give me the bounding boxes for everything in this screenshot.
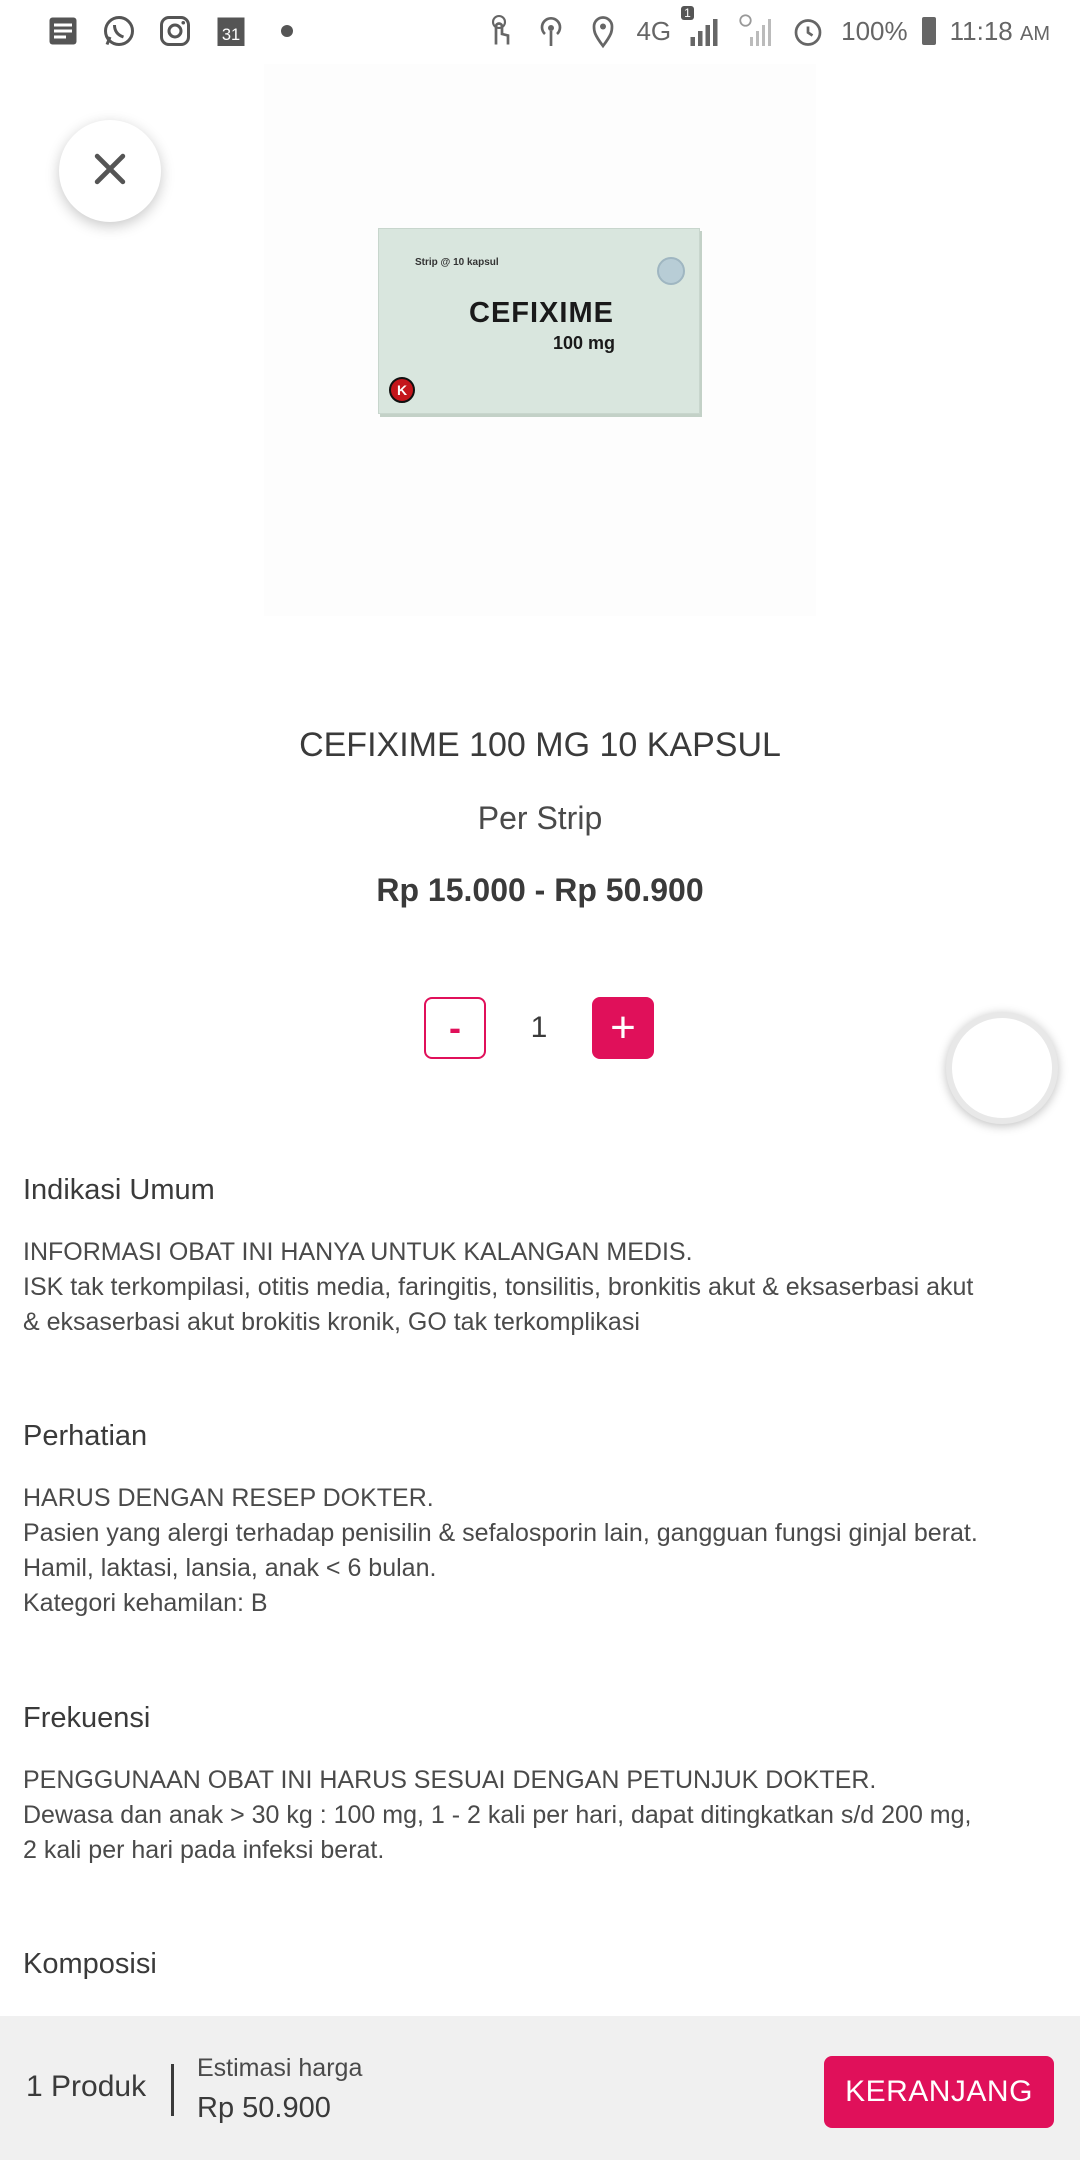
cart-button[interactable]: KERANJANG <box>824 2056 1054 2128</box>
section-line: & eksaserbasi akut brokitis kronik, GO t… <box>23 1308 640 1336</box>
section-body: HARUS DENGAN RESEP DOKTER. Pasien yang a… <box>23 1481 1053 1621</box>
section-line: Hamil, laktasi, lansia, anak < 6 bulan. <box>23 1554 437 1582</box>
product-count: 1 Produk <box>26 2070 147 2103</box>
section-line: Dewasa dan anak > 30 kg : 100 mg, 1 - 2 … <box>23 1801 972 1829</box>
signal-icon: 1 <box>681 6 723 50</box>
calendar-icon: 31 <box>212 12 250 50</box>
clock-time: 11:18 <box>949 15 1013 46</box>
estimate-label: Estimasi harga <box>197 2054 363 2082</box>
quantity-value: 1 <box>530 1011 548 1044</box>
clock-ampm: AM <box>1020 22 1050 45</box>
box-label-top: Strip @ 10 kapsul <box>415 257 499 268</box>
touch-icon <box>480 12 518 50</box>
product-image: Strip @ 10 kapsul CEFIXIME 100 mg K <box>264 64 816 616</box>
network-type: 4G <box>636 15 672 46</box>
section-title: Frekuensi <box>23 1702 151 1734</box>
section-frekuensi: Frekuensi PENGGUNAAN OBAT INI HARUS SESU… <box>23 1702 1053 1868</box>
section-line: Pasien yang alergi terhadap penisilin & … <box>23 1519 978 1547</box>
section-title: Komposisi <box>23 1948 157 1980</box>
dot-icon <box>268 12 306 50</box>
section-body: INFORMASI OBAT INI HANYA UNTUK KALANGAN … <box>23 1235 1053 1340</box>
close-button[interactable] <box>59 120 161 222</box>
section-line: HARUS DENGAN RESEP DOKTER. <box>23 1484 434 1512</box>
status-bar: 31 4G 1 100% 11:18 AM <box>0 0 1080 62</box>
signal-off-icon <box>737 12 775 50</box>
section-indikasi: Indikasi Umum INFORMASI OBAT INI HANYA U… <box>23 1174 1053 1340</box>
status-bar-left: 31 <box>44 10 306 52</box>
product-box: Strip @ 10 kapsul CEFIXIME 100 mg K <box>378 228 700 414</box>
product-price: Rp 15.000 - Rp 50.900 <box>376 872 704 908</box>
section-komposisi: Komposisi <box>23 1948 1053 2009</box>
battery-icon <box>921 17 936 45</box>
sim-badge: 1 <box>681 6 694 20</box>
section-line: ISK tak terkompilasi, otitis media, fari… <box>23 1273 974 1301</box>
section-line: PENGGUNAAN OBAT INI HARUS SESUAI DENGAN … <box>23 1766 877 1794</box>
box-name: CEFIXIME <box>469 297 614 329</box>
box-dose: 100 mg <box>553 333 616 353</box>
decrease-button[interactable]: - <box>424 997 486 1059</box>
section-title: Perhatian <box>23 1420 148 1452</box>
section-line: 2 kali per hari pada infeksi berat. <box>23 1836 385 1864</box>
section-perhatian: Perhatian HARUS DENGAN RESEP DOKTER. Pas… <box>23 1420 1053 1621</box>
instagram-icon <box>156 12 194 50</box>
quantity-stepper: - 1 + <box>424 997 654 1059</box>
section-title: Indikasi Umum <box>23 1174 215 1206</box>
estimate-value: Rp 50.900 <box>197 2092 331 2124</box>
bottom-bar: 1 Produk Estimasi harga Rp 50.900 KERANJ… <box>0 2016 1080 2160</box>
svg-text:31: 31 <box>222 26 240 44</box>
alarm-icon <box>789 12 827 50</box>
whatsapp-icon <box>100 12 138 50</box>
section-line: Kategori kehamilan: B <box>23 1589 268 1617</box>
hotspot-icon <box>532 12 570 50</box>
increase-button[interactable]: + <box>592 997 654 1059</box>
box-seal <box>657 257 685 285</box>
product-title: CEFIXIME 100 MG 10 KAPSUL <box>299 726 781 764</box>
box-mark: K <box>389 377 415 403</box>
product-unit: Per Strip <box>477 800 603 836</box>
message-icon <box>44 12 82 50</box>
close-icon <box>88 147 132 196</box>
section-line: INFORMASI OBAT INI HANYA UNTUK KALANGAN … <box>23 1238 693 1266</box>
section-body: PENGGUNAAN OBAT INI HARUS SESUAI DENGAN … <box>23 1763 1053 1868</box>
battery-percent: 100% <box>841 15 908 46</box>
divider <box>171 2064 174 2116</box>
clock: 11:18 AM <box>950 16 1050 47</box>
floating-button[interactable] <box>946 1012 1058 1124</box>
status-bar-right: 4G 1 100% 11:18 AM <box>480 6 1050 52</box>
location-icon <box>584 12 622 50</box>
